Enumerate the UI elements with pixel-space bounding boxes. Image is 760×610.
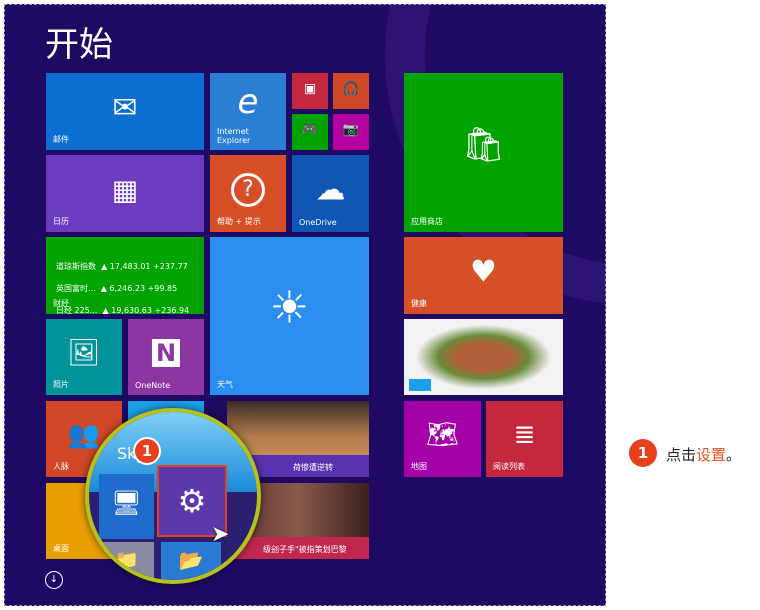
tile-calendar[interactable]: ▦ 日历 [46, 155, 204, 232]
cloud-icon: ☁ [315, 172, 346, 208]
folder-icon: 📁 [114, 548, 139, 572]
tile-photos[interactable]: 🖼 照片 [46, 319, 122, 395]
all-apps-arrow-icon[interactable]: ↓ [45, 571, 63, 589]
tile-games[interactable]: 🎮 [292, 114, 328, 150]
tile-finance[interactable]: 道琼斯指数 ▲ 17,483.01 +237.77 英国富时... ▲ 6,24… [46, 237, 204, 314]
help-icon: ? [231, 172, 265, 207]
tile-help[interactable]: ? 帮助 + 提示 [210, 155, 286, 232]
map-icon: 🗺 [425, 420, 460, 451]
folder-tile-2[interactable]: 📂 [161, 542, 221, 580]
mail-icon: ✉ [112, 90, 138, 126]
settings-highlight: 设置 [696, 446, 727, 464]
tile-maps[interactable]: 🗺 地图 [404, 401, 481, 477]
news-caption: 级刽子手"被指策划巴黎 [263, 545, 347, 554]
tile-music[interactable]: 🎧 [333, 73, 369, 109]
finance-list: 道琼斯指数 ▲ 17,483.01 +237.77 英国富时... ▲ 6,24… [56, 250, 189, 314]
tile-video[interactable]: ▣ [292, 73, 328, 109]
store-bag-icon: 🛍 [461, 124, 506, 165]
headphones-icon: 🎧 [342, 81, 360, 98]
tile-reading-list[interactable]: ≣ 阅读列表 [486, 401, 563, 477]
tile-onenote[interactable]: N OneNote [128, 319, 204, 395]
sun-icon: ☀ [269, 282, 310, 334]
folder-icon: 📂 [178, 548, 204, 572]
heart-icon: ♥ [470, 254, 497, 290]
start-screen: 开始 ✉ 邮件 e Internet Explorer ▣ 🎧 🎮 📷 ▦ 日历 ? 帮… [4, 4, 606, 606]
camera-icon: 📷 [342, 122, 360, 138]
tile-onedrive[interactable]: ☁ OneDrive [292, 155, 369, 232]
step-badge: 1 [133, 437, 161, 465]
reading-list-icon: ≣ [513, 420, 536, 451]
magnifier: Sky 🖥 ⚙ 📁 📂 ➤ [85, 408, 261, 584]
tile-mail[interactable]: ✉ 邮件 [46, 73, 204, 150]
finance-row: 道琼斯指数 ▲ 17,483.01 +237.77 [56, 262, 188, 271]
mouse-cursor-icon: ➤ [211, 522, 230, 547]
food-app-icon [409, 379, 431, 391]
tile-camera[interactable]: 📷 [333, 114, 369, 150]
folder-tile[interactable]: 📁 [99, 542, 154, 580]
tile-store[interactable]: 🛍 应用商店 [404, 73, 563, 232]
photo-icon: 🖼 [67, 338, 101, 369]
computer-icon: 🖥 [111, 489, 142, 518]
gear-icon: ⚙ [177, 482, 207, 520]
tile-weather[interactable]: ☀ 天气 [210, 237, 369, 395]
finance-row: 英国富时... ▲ 6,246.23 +99.85 [56, 284, 178, 293]
callout-badge: 1 [629, 439, 657, 467]
computer-tile[interactable]: 🖥 [99, 474, 154, 539]
finance-row: 日经 225... ▲ 19,630.63 +236.94 [56, 306, 190, 314]
calendar-icon: ▦ [111, 173, 139, 207]
sports-caption: 荷惨遭逆转 [293, 463, 333, 472]
onenote-icon: N [151, 339, 181, 368]
callout-text: 点击设置。 [666, 446, 742, 464]
ie-icon: e [237, 82, 259, 123]
gamepad-icon: 🎮 [301, 122, 319, 138]
page-title: 开始 [45, 25, 113, 65]
tile-health[interactable]: ♥ 健康 [404, 237, 563, 314]
video-icon: ▣ [303, 81, 317, 97]
tile-ie[interactable]: e Internet Explorer [210, 73, 286, 150]
tile-food[interactable] [404, 319, 563, 395]
